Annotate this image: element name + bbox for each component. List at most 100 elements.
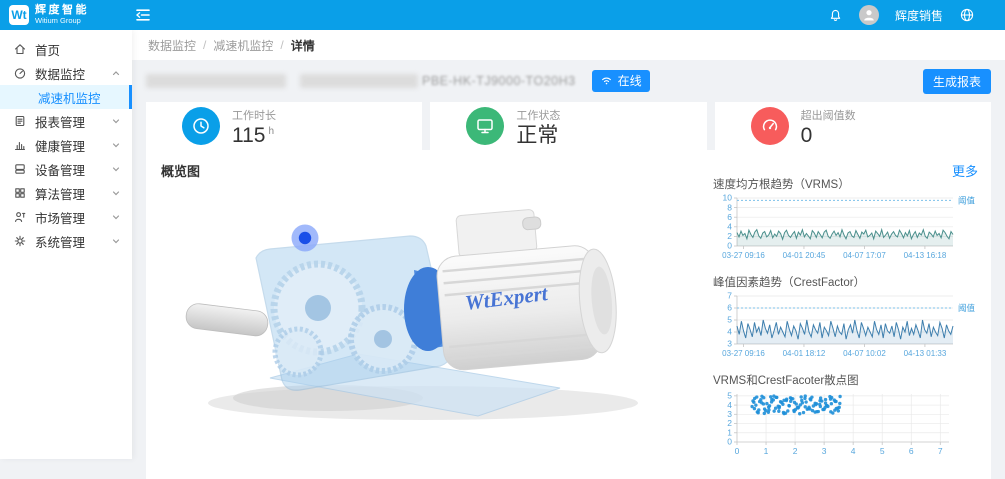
- stat-value: 0: [801, 125, 856, 146]
- sidebar-item-首页[interactable]: 首页: [0, 37, 132, 61]
- sidebar-item-label: 系统管理: [35, 232, 85, 251]
- stat-label: 超出阈值数: [801, 107, 856, 123]
- stat-unit: h: [268, 126, 274, 137]
- home-icon: [13, 42, 27, 56]
- sidebar-subitem-label: 减速机监控: [38, 88, 101, 107]
- chevron-down-icon: [110, 187, 122, 199]
- line-chart: 0246810阈值03-27 09:1604-01 20:4504-07 17:…: [711, 192, 995, 262]
- stat-label: 工作时长: [232, 107, 276, 123]
- svg-text:10: 10: [723, 193, 733, 203]
- clock-icon: [182, 107, 220, 145]
- sidebar-item-设备管理[interactable]: 设备管理: [0, 157, 132, 181]
- top-bar: Wt 辉度智能 Witium Group 辉度销售: [0, 0, 1005, 30]
- svg-text:3: 3: [822, 446, 827, 456]
- market-icon: [13, 210, 27, 224]
- report-icon: [13, 114, 27, 128]
- sidebar-item-label: 首页: [35, 40, 60, 59]
- sidebar-item-label: 市场管理: [35, 208, 85, 227]
- chevron-down-icon: [110, 163, 122, 175]
- svg-text:04-13 16:18: 04-13 16:18: [904, 251, 947, 260]
- line-chart: 34567阈值03-27 09:1604-01 18:1204-07 10:02…: [711, 290, 995, 360]
- sidebar-item-算法管理[interactable]: 算法管理: [0, 181, 132, 205]
- breadcrumb-item-数据监控[interactable]: 数据监控: [148, 37, 196, 54]
- svg-text:5: 5: [727, 391, 732, 401]
- generate-report-button[interactable]: 生成报表: [923, 69, 991, 94]
- gauge-icon: [751, 107, 789, 145]
- monitor-icon: [13, 66, 27, 80]
- stat-value: 115h: [232, 125, 276, 146]
- chart-title: 速度均方根趋势（VRMS）: [713, 176, 995, 190]
- sidebar-item-系统管理[interactable]: 系统管理: [0, 229, 132, 253]
- scatter-chart: 01234501234567: [711, 388, 995, 458]
- language-globe-icon[interactable]: [959, 7, 975, 23]
- system-icon: [13, 234, 27, 248]
- breadcrumb-item-详情: 详情: [291, 37, 315, 54]
- svg-text:3: 3: [727, 409, 732, 419]
- user-avatar[interactable]: [859, 5, 879, 25]
- device-title-row: PBE-HK-TJ9000-TO20H3 在线 生成报表: [146, 66, 991, 96]
- svg-text:0: 0: [727, 437, 732, 447]
- sidebar-item-市场管理[interactable]: 市场管理: [0, 205, 132, 229]
- breadcrumb-separator: /: [203, 38, 206, 52]
- stat-card-工作时长: 工作时长 115h: [146, 102, 422, 150]
- gearbox-3d-render: WtExpert: [178, 192, 678, 432]
- device-icon: [13, 162, 27, 176]
- redacted-device-name-block: [300, 74, 418, 88]
- sidebar-item-label: 数据监控: [35, 64, 85, 83]
- device-hotspot-marker[interactable]: [292, 225, 319, 252]
- svg-text:0: 0: [735, 446, 740, 456]
- algorithm-icon: [13, 186, 27, 200]
- stat-value: 正常: [516, 125, 560, 146]
- svg-text:4: 4: [727, 400, 732, 410]
- svg-text:04-01 18:12: 04-01 18:12: [783, 349, 826, 358]
- overview-title: 概览图: [161, 161, 200, 180]
- svg-text:04-07 10:02: 04-07 10:02: [843, 349, 886, 358]
- sidebar-item-数据监控[interactable]: 数据监控: [0, 61, 132, 85]
- health-icon: [13, 138, 27, 152]
- menu-fold-icon[interactable]: [134, 6, 152, 24]
- screen-icon: [466, 107, 504, 145]
- svg-text:4: 4: [851, 446, 856, 456]
- app-logo: Wt 辉度智能 Witium Group: [0, 5, 132, 25]
- svg-text:04-07 17:07: 04-07 17:07: [843, 251, 886, 260]
- svg-text:6: 6: [727, 212, 732, 222]
- breadcrumb: 数据监控 / 减速机监控 / 详情: [132, 30, 1005, 60]
- svg-text:1: 1: [727, 427, 732, 437]
- svg-text:03-27 09:16: 03-27 09:16: [722, 251, 765, 260]
- svg-text:5: 5: [727, 315, 732, 325]
- svg-text:3: 3: [727, 339, 732, 349]
- mini-charts-column: 速度均方根趋势（VRMS）0246810阈值03-27 09:1604-01 2…: [711, 176, 995, 470]
- chevron-down-icon: [110, 139, 122, 151]
- svg-text:7: 7: [727, 291, 732, 301]
- sidebar-item-label: 报表管理: [35, 112, 85, 131]
- chevron-up-icon: [110, 67, 122, 79]
- svg-text:8: 8: [727, 202, 732, 212]
- user-name[interactable]: 辉度销售: [895, 7, 943, 24]
- threshold-label: 阈值: [958, 303, 976, 313]
- svg-text:7: 7: [938, 446, 943, 456]
- sidebar-item-健康管理[interactable]: 健康管理: [0, 133, 132, 157]
- chevron-down-icon: [110, 115, 122, 127]
- sidebar-item-label: 算法管理: [35, 184, 85, 203]
- online-status-label: 在线: [618, 72, 642, 89]
- chart-title: VRMS和CrestFacoter散点图: [713, 372, 995, 386]
- svg-text:2: 2: [727, 231, 732, 241]
- logo-subtitle: Witium Group: [35, 17, 89, 25]
- sidebar-subitem-减速机监控[interactable]: 减速机监控: [0, 85, 132, 109]
- svg-text:04-01 20:45: 04-01 20:45: [783, 251, 826, 260]
- chart-title: 峰值因素趋势（CrestFactor）: [713, 274, 995, 288]
- stats-row: 工作时长 115h 工作状态正常 超出阈值数 0: [146, 102, 991, 150]
- svg-text:1: 1: [764, 446, 769, 456]
- svg-text:6: 6: [909, 446, 914, 456]
- breadcrumb-separator: /: [280, 38, 283, 52]
- logo-monogram: Wt: [9, 5, 29, 25]
- sidebar-item-报表管理[interactable]: 报表管理: [0, 109, 132, 133]
- breadcrumb-item-减速机监控[interactable]: 减速机监控: [213, 37, 273, 54]
- stat-label: 工作状态: [516, 107, 560, 123]
- device-name-fragment: PBE-HK-TJ9000-TO20H3: [422, 74, 576, 88]
- svg-text:04-13 01:33: 04-13 01:33: [904, 349, 947, 358]
- chevron-down-icon: [110, 235, 122, 247]
- notification-bell-icon[interactable]: [828, 8, 843, 23]
- overview-panel: 概览图 更多: [146, 150, 991, 479]
- sidebar-nav: 首页数据监控减速机监控报表管理健康管理设备管理算法管理市场管理系统管理: [0, 30, 132, 459]
